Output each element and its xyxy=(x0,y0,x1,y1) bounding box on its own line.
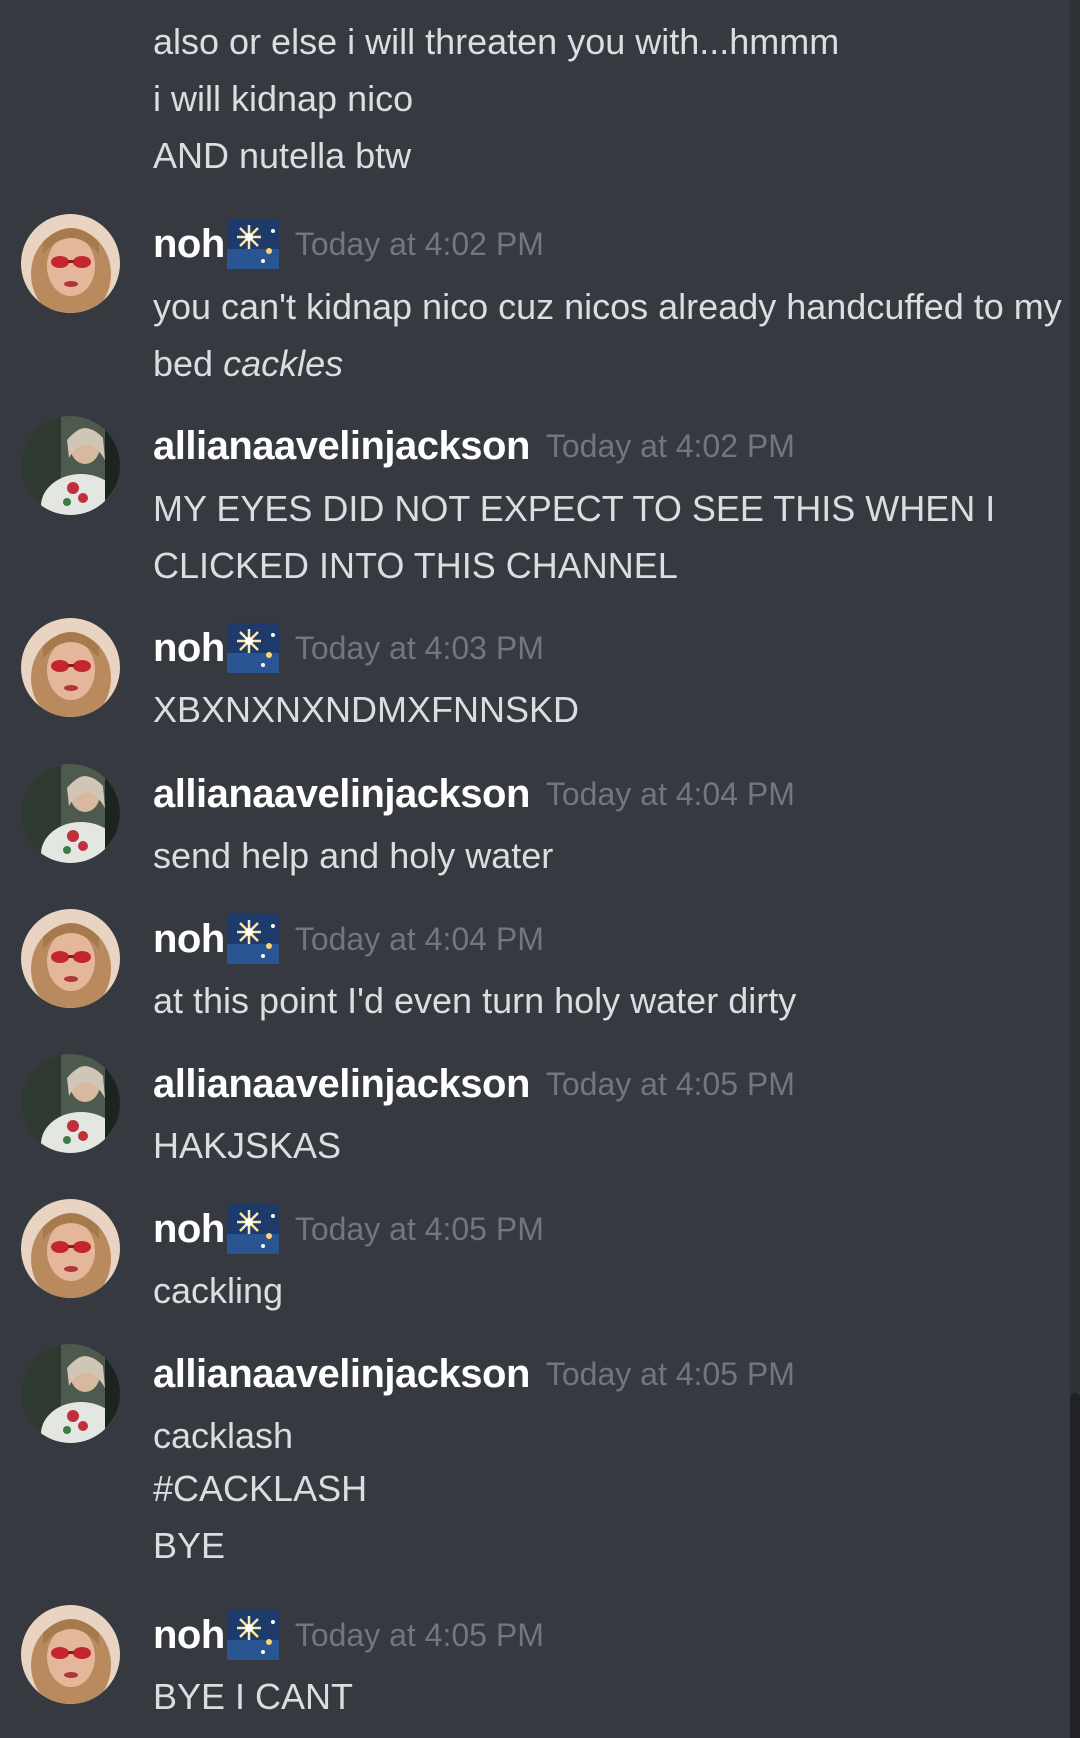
username[interactable]: noh xyxy=(153,1207,225,1252)
message-timestamp[interactable]: Today at 4:05 PM xyxy=(546,1066,795,1103)
message-timestamp[interactable]: Today at 4:04 PM xyxy=(295,921,544,958)
user-avatar-noh[interactable] xyxy=(21,909,120,1008)
message-content: cackling xyxy=(153,1270,284,1311)
username[interactable]: noh xyxy=(153,222,225,267)
message-timestamp[interactable]: Today at 4:05 PM xyxy=(546,1356,795,1393)
message-content: BYE xyxy=(153,1525,226,1566)
message-content: #CACKLASH xyxy=(153,1468,368,1509)
message-timestamp[interactable]: Today at 4:03 PM xyxy=(295,630,544,667)
fireworks-emoji-icon xyxy=(226,1204,279,1254)
message-content: send help and holy water xyxy=(153,835,554,876)
avatar-image xyxy=(21,618,120,717)
message-content: HAKJSKAS xyxy=(153,1125,342,1166)
message-header: allianaavelinjackson Today at 4:04 PM xyxy=(153,764,795,824)
avatar-image xyxy=(21,764,120,863)
avatar-image xyxy=(21,214,120,313)
message-line: i will kidnap nico xyxy=(153,78,414,119)
user-avatar-noh[interactable] xyxy=(21,214,120,313)
user-avatar-allianaavelinjackson[interactable] xyxy=(21,764,120,863)
avatar-image xyxy=(21,1199,120,1298)
avatar-image xyxy=(21,909,120,1008)
message-content: at this point I'd even turn holy water d… xyxy=(153,980,797,1021)
username[interactable]: allianaavelinjackson xyxy=(153,424,530,469)
user-avatar-noh[interactable] xyxy=(21,1199,120,1298)
message-timestamp[interactable]: Today at 4:05 PM xyxy=(295,1211,544,1248)
message-timestamp[interactable]: Today at 4:02 PM xyxy=(546,428,795,465)
message-header: noh Today at 4:02 PM xyxy=(153,214,544,274)
message-header: noh Today at 4:04 PM xyxy=(153,909,544,969)
user-avatar-noh[interactable] xyxy=(21,618,120,717)
message-content: BYE I CANT xyxy=(153,1676,354,1717)
username[interactable]: noh xyxy=(153,626,225,671)
message-header: noh Today at 4:05 PM xyxy=(153,1605,544,1665)
message-header: allianaavelinjackson Today at 4:05 PM xyxy=(153,1344,795,1404)
message-timestamp[interactable]: Today at 4:05 PM xyxy=(295,1617,544,1654)
message-content: cacklash xyxy=(153,1415,294,1456)
chat-message-list: also or else i will threaten you with...… xyxy=(0,0,1070,1738)
message-content: MY EYES DID NOT EXPECT TO SEE THIS WHEN … xyxy=(153,488,996,586)
message-timestamp[interactable]: Today at 4:04 PM xyxy=(546,776,795,813)
fireworks-emoji-icon xyxy=(226,914,279,964)
user-avatar-allianaavelinjackson[interactable] xyxy=(21,1054,120,1153)
avatar-image xyxy=(21,1344,120,1443)
fireworks-emoji-icon xyxy=(226,623,279,673)
message-header: noh Today at 4:03 PM xyxy=(153,618,544,678)
scrollbar-track[interactable] xyxy=(1070,0,1080,1738)
username[interactable]: allianaavelinjackson xyxy=(153,772,530,817)
fireworks-emoji-icon xyxy=(226,219,279,269)
user-avatar-allianaavelinjackson[interactable] xyxy=(21,416,120,515)
message-line: AND nutella btw xyxy=(153,135,412,176)
message-content: you can't kidnap nico cuz nicos already … xyxy=(153,278,1063,392)
user-avatar-allianaavelinjackson[interactable] xyxy=(21,1344,120,1443)
message-header: noh Today at 4:05 PM xyxy=(153,1199,544,1259)
scrollbar-thumb[interactable] xyxy=(1070,1393,1080,1738)
message-timestamp[interactable]: Today at 4:02 PM xyxy=(295,226,544,263)
avatar-image xyxy=(21,1605,120,1704)
user-avatar-noh[interactable] xyxy=(21,1605,120,1704)
username[interactable]: noh xyxy=(153,1613,225,1658)
fireworks-emoji-icon xyxy=(226,1610,279,1660)
message-line: also or else i will threaten you with...… xyxy=(153,21,840,62)
username[interactable]: allianaavelinjackson xyxy=(153,1352,530,1397)
username[interactable]: allianaavelinjackson xyxy=(153,1062,530,1107)
avatar-image xyxy=(21,1054,120,1153)
username[interactable]: noh xyxy=(153,917,225,962)
message-header: allianaavelinjackson Today at 4:05 PM xyxy=(153,1054,795,1114)
message-text-italic: cackles xyxy=(223,343,344,384)
message-content: XBXNXNXNDMXFNNSKD xyxy=(153,689,580,730)
avatar-image xyxy=(21,416,120,515)
message-header: allianaavelinjackson Today at 4:02 PM xyxy=(153,416,795,476)
